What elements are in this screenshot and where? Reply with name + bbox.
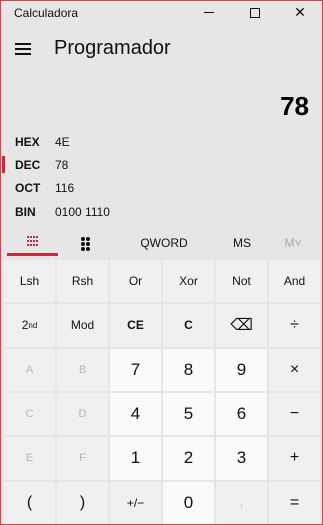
- close-icon: ✕: [294, 4, 306, 20]
- hex-f-key: F: [57, 437, 108, 480]
- minimize-button[interactable]: [186, 1, 232, 24]
- radix-value: 0100 1110: [55, 205, 110, 219]
- keypad: Lsh Rsh Or Xor Not And 2nd Mod CE C ⌫ ÷ …: [4, 260, 320, 524]
- selected-marker: [2, 156, 5, 173]
- backspace-key[interactable]: ⌫: [216, 304, 267, 347]
- equals-key[interactable]: =: [269, 481, 320, 524]
- hex-a-key: A: [4, 348, 55, 391]
- negate-key[interactable]: +/−: [110, 481, 161, 524]
- full-keypad-tab[interactable]: [7, 230, 58, 256]
- divide-key[interactable]: ÷: [269, 304, 320, 347]
- hamburger-icon-line: [15, 43, 31, 45]
- minus-key[interactable]: −: [269, 392, 320, 436]
- mod-key[interactable]: Mod: [57, 304, 108, 347]
- maximize-button[interactable]: [232, 1, 278, 24]
- second-label: 2: [21, 318, 29, 333]
- xor-key[interactable]: Xor: [163, 260, 214, 303]
- hex-b-key: B: [57, 348, 108, 391]
- memory-store-button[interactable]: MS: [219, 230, 265, 256]
- radix-value: 78: [55, 158, 69, 172]
- minimize-icon: [204, 12, 214, 13]
- digit-3-key[interactable]: 3: [216, 437, 267, 480]
- radix-label: OCT: [15, 181, 41, 195]
- left-paren-key[interactable]: (: [4, 481, 55, 524]
- radix-value: 4E: [55, 135, 70, 149]
- radix-value: 116: [55, 181, 75, 195]
- second-superscript: nd: [28, 320, 38, 330]
- hex-c-key: C: [4, 392, 55, 436]
- plus-key[interactable]: +: [269, 437, 320, 480]
- decimal-key: ,: [216, 481, 267, 524]
- window-title: Calculadora: [14, 6, 79, 20]
- second-function-key[interactable]: 2nd: [4, 304, 55, 347]
- memory-recall-label: M˅: [284, 236, 302, 250]
- not-key[interactable]: Not: [216, 260, 267, 303]
- digit-6-key[interactable]: 6: [216, 392, 267, 436]
- calculator-window: Calculadora ✕ Programador 78 HEX 4E DEC …: [0, 0, 323, 525]
- radix-oct[interactable]: OCT 116: [1, 177, 201, 200]
- radix-label: DEC: [15, 158, 41, 172]
- hamburger-icon-line: [15, 48, 31, 50]
- radix-hex[interactable]: HEX 4E: [1, 131, 201, 154]
- digit-4-key[interactable]: 4: [110, 392, 161, 436]
- result-display: 78: [280, 91, 309, 121]
- radix-label: HEX: [15, 135, 40, 149]
- tool-row: QWORD MS M˅: [1, 230, 322, 258]
- digit-9-key[interactable]: 9: [216, 348, 267, 391]
- hamburger-icon-line: [15, 53, 31, 55]
- hex-d-key: D: [57, 392, 108, 436]
- multiply-key[interactable]: ×: [269, 348, 320, 391]
- close-button[interactable]: ✕: [277, 1, 322, 24]
- keypad-icon: [26, 235, 39, 248]
- or-key[interactable]: Or: [110, 260, 161, 303]
- right-paren-key[interactable]: ): [57, 481, 108, 524]
- and-key[interactable]: And: [269, 260, 320, 303]
- memory-recall-button[interactable]: M˅: [273, 230, 313, 256]
- digit-8-key[interactable]: 8: [163, 348, 214, 391]
- radix-dec[interactable]: DEC 78: [1, 154, 201, 177]
- radix-label: BIN: [15, 205, 36, 219]
- digit-1-key[interactable]: 1: [110, 437, 161, 480]
- digit-0-key[interactable]: 0: [163, 481, 214, 524]
- digit-5-key[interactable]: 5: [163, 392, 214, 436]
- clear-entry-key[interactable]: CE: [110, 304, 161, 347]
- digit-7-key[interactable]: 7: [110, 348, 161, 391]
- title-bar: Calculadora ✕: [1, 1, 322, 24]
- bit-toggle-tab[interactable]: [61, 230, 111, 256]
- word-size-button[interactable]: QWORD: [129, 230, 199, 256]
- hex-e-key: E: [4, 437, 55, 480]
- digit-2-key[interactable]: 2: [163, 437, 214, 480]
- backspace-icon: ⌫: [230, 317, 253, 335]
- lsh-key[interactable]: Lsh: [4, 260, 55, 303]
- radix-bin[interactable]: BIN 0100 1110: [1, 201, 201, 224]
- bit-toggle-icon: [81, 237, 91, 251]
- mode-title: Programador: [54, 37, 171, 59]
- rsh-key[interactable]: Rsh: [57, 260, 108, 303]
- menu-button[interactable]: [15, 43, 31, 55]
- clear-key[interactable]: C: [163, 304, 214, 347]
- maximize-icon: [250, 7, 260, 18]
